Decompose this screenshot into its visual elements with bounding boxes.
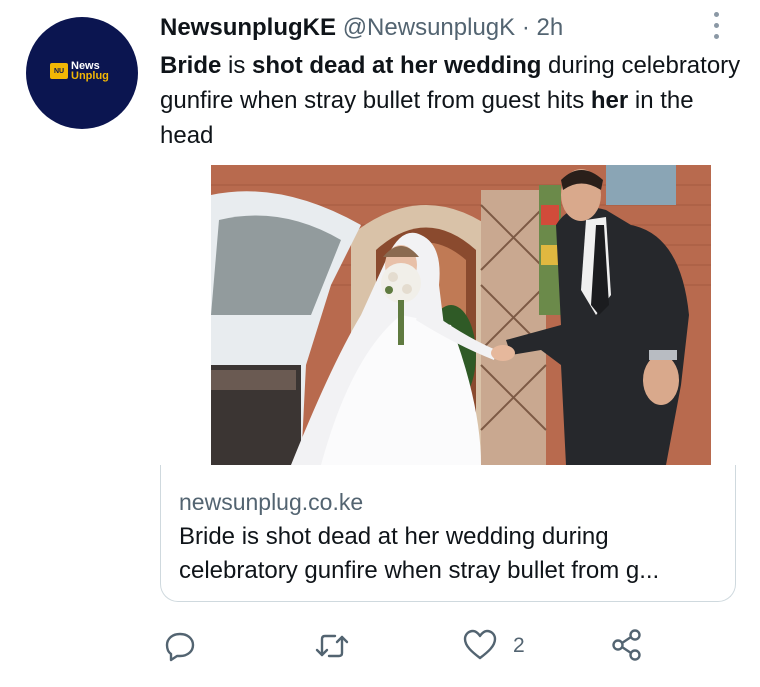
reply-button[interactable] xyxy=(163,629,197,668)
timestamp[interactable]: 2h xyxy=(536,14,563,41)
text-plain-1: is xyxy=(221,52,253,79)
share-icon xyxy=(612,629,641,661)
share-button[interactable] xyxy=(609,627,645,668)
reply-icon xyxy=(165,632,195,662)
separator-dot: · xyxy=(521,14,530,41)
retweet-button[interactable] xyxy=(313,629,351,668)
heart-icon xyxy=(463,629,497,660)
retweet-icon xyxy=(315,634,349,658)
text-bold-3: her xyxy=(590,87,629,114)
user-handle[interactable]: @NewsunplugK xyxy=(343,14,515,41)
logo-line-2: Unplug xyxy=(71,70,109,82)
link-preview-card[interactable]: newsunplug.co.ke Bride is shot dead at h… xyxy=(160,465,736,602)
avatar[interactable]: NU News Unplug xyxy=(26,17,138,129)
like-count: 2 xyxy=(513,634,525,657)
logo-mark: NU xyxy=(50,63,68,79)
more-options-icon[interactable] xyxy=(708,12,724,42)
display-name[interactable]: NewsunplugKE xyxy=(160,14,336,41)
wedding-photo[interactable] xyxy=(211,165,711,465)
text-bold-2: shot dead at her wedding xyxy=(252,52,542,79)
card-title: Bride is shot dead at her wedding during… xyxy=(179,523,660,584)
like-button[interactable] xyxy=(462,628,498,667)
text-bold-1: Bride xyxy=(160,52,222,79)
tweet-text: Bride is shot dead at her wedding during… xyxy=(160,48,750,153)
card-domain: newsunplug.co.ke xyxy=(179,489,364,515)
newsunplug-logo: NU News Unplug xyxy=(50,61,116,82)
tweet-header: NewsunplugKE @NewsunplugK · 2h xyxy=(160,13,563,43)
